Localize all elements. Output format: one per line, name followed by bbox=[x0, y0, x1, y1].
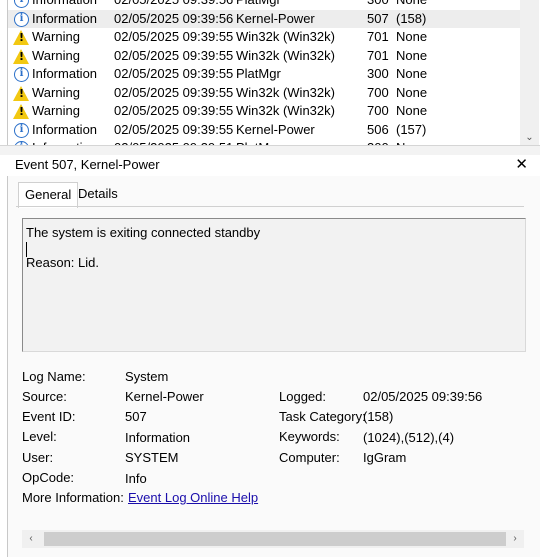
description-reason: Reason: Lid. bbox=[26, 255, 99, 270]
event-date: 02/05/2025 09:39:55 bbox=[114, 121, 234, 137]
horizontal-scrollbar[interactable]: ‹ › bbox=[22, 530, 524, 548]
event-row[interactable]: Warning 02/05/2025 09:39:55Win32k (Win32k… bbox=[8, 84, 520, 103]
event-date: 02/05/2025 09:39:56 bbox=[114, 0, 233, 9]
event-task-category: None bbox=[396, 29, 428, 44]
warning-icon bbox=[13, 104, 29, 119]
event-level: Warning bbox=[32, 103, 80, 118]
event-description-box[interactable]: The system is exiting connected standby … bbox=[22, 218, 526, 352]
keywords-label: Keywords: bbox=[279, 429, 340, 444]
level-value: Information bbox=[125, 430, 191, 445]
event-id: 506 bbox=[367, 121, 389, 137]
event-source: Kernel-Power bbox=[236, 10, 315, 26]
event-level: Information bbox=[32, 66, 98, 81]
event-level: Warning bbox=[32, 29, 80, 44]
event-source: Win32k (Win32k) bbox=[236, 29, 335, 44]
event-id: 700 bbox=[367, 84, 389, 100]
event-id-value: 507 bbox=[125, 409, 147, 424]
event-level: Warning bbox=[32, 47, 80, 63]
event-id: 701 bbox=[367, 29, 389, 44]
event-task-category: None bbox=[396, 84, 428, 100]
event-row[interactable]: Warning 02/05/2025 09:39:55Win32k (Win32k… bbox=[8, 28, 520, 47]
event-task-category: None bbox=[396, 103, 428, 118]
information-icon: i bbox=[14, 11, 29, 27]
information-icon: i bbox=[14, 67, 29, 82]
tab-general[interactable]: General bbox=[18, 182, 79, 208]
event-source: PlatMgr bbox=[236, 66, 281, 81]
event-detail-panel: General Details The system is exiting co… bbox=[7, 176, 540, 557]
event-source: Win32k (Win32k) bbox=[236, 84, 335, 100]
level-label: Level: bbox=[22, 429, 57, 444]
event-log-online-help-link[interactable]: Event Log Online Help bbox=[128, 490, 258, 505]
user-value: SYSTEM bbox=[125, 450, 179, 465]
warning-icon bbox=[13, 85, 29, 101]
logged-value: 02/05/2025 09:39:56 bbox=[363, 389, 483, 404]
close-icon[interactable]: ✕ bbox=[515, 155, 528, 173]
event-row[interactable]: Warning 02/05/2025 09:39:55Win32k (Win32k… bbox=[8, 47, 520, 66]
more-information-label: More Information: bbox=[22, 490, 124, 505]
source-value: Kernel-Power bbox=[125, 389, 204, 404]
event-task-category: None bbox=[396, 66, 428, 81]
event-row[interactable]: i Information 02/05/2025 09:39:55 PlatMgr 30… bbox=[8, 65, 520, 84]
event-source: Win32k (Win32k) bbox=[236, 103, 335, 118]
event-row[interactable]: i Information 02/05/2025 09:39:56 Kernel-Po… bbox=[8, 9, 520, 28]
task-category-value: (158) bbox=[363, 409, 394, 424]
information-icon: i bbox=[14, 0, 29, 8]
event-id: 701 bbox=[367, 47, 389, 63]
detail-header: Event 507, Kernel-Power ✕ bbox=[7, 155, 540, 175]
warning-icon bbox=[13, 30, 29, 45]
scroll-right-arrow-icon[interactable]: › bbox=[506, 530, 524, 548]
logged-label: Logged: bbox=[279, 389, 326, 404]
warning-icon bbox=[13, 48, 29, 64]
event-id: 300 bbox=[367, 66, 389, 81]
event-row[interactable]: i Information 02/05/2025 09:39:55 Kernel-Po… bbox=[8, 121, 520, 140]
description-line: The system is exiting connected standby bbox=[26, 225, 261, 240]
event-task-category: None bbox=[396, 0, 427, 9]
event-date: 02/05/2025 09:39:55 bbox=[114, 66, 234, 81]
computer-value: IgGram bbox=[363, 450, 407, 465]
event-task-category: (158) bbox=[396, 10, 427, 26]
event-date: 02/05/2025 09:39:55 bbox=[114, 84, 234, 100]
log-name-value: System bbox=[125, 369, 169, 384]
user-label: User: bbox=[22, 450, 54, 465]
scroll-down-arrow-icon[interactable]: ⌄ bbox=[520, 131, 539, 145]
event-level: Information bbox=[32, 0, 97, 9]
computer-label: Computer: bbox=[279, 450, 340, 465]
keywords-value: (1024),(512),(4) bbox=[363, 430, 455, 445]
information-icon: i bbox=[14, 122, 29, 138]
log-name-label: Log Name: bbox=[22, 369, 86, 384]
tab-details[interactable]: Details bbox=[72, 182, 124, 206]
event-list-pane: iInformation02/05/2025 09:39:56PlatMgr30… bbox=[0, 0, 540, 145]
event-date: 02/05/2025 09:39:56 bbox=[114, 10, 234, 26]
event-level: Information bbox=[32, 121, 98, 137]
scrollbar-thumb[interactable] bbox=[44, 532, 506, 546]
event-row[interactable]: Warning 02/05/2025 09:39:55Win32k (Win32k… bbox=[8, 102, 520, 121]
detail-title: Event 507, Kernel-Power bbox=[15, 157, 160, 172]
event-date: 02/05/2025 09:39:55 bbox=[114, 47, 234, 63]
event-source: Win32k (Win32k) bbox=[236, 47, 335, 63]
vertical-scrollbar[interactable]: ⌄ bbox=[520, 0, 539, 145]
event-date: 02/05/2025 09:39:55 bbox=[114, 103, 234, 118]
task-category-label: Task Category: bbox=[279, 409, 366, 424]
event-source: Kernel-Power bbox=[236, 121, 315, 137]
event-id-label: Event ID: bbox=[22, 409, 76, 424]
event-list: iInformation02/05/2025 09:39:56PlatMgr30… bbox=[8, 0, 520, 145]
pane-splitter[interactable] bbox=[0, 145, 540, 155]
event-row[interactable]: iInformation 02/05/2025 09:39:56PlatMgr 30… bbox=[8, 0, 520, 10]
tab-divider bbox=[16, 206, 524, 207]
event-id: 700 bbox=[367, 103, 389, 118]
scroll-left-arrow-icon[interactable]: ‹ bbox=[22, 530, 40, 548]
source-label: Source: bbox=[22, 389, 67, 404]
event-level: Warning bbox=[32, 84, 80, 100]
event-task-category: None bbox=[396, 47, 428, 63]
event-date: 02/05/2025 09:39:55 bbox=[114, 29, 234, 44]
event-id: 507 bbox=[367, 10, 389, 26]
event-id: 300 bbox=[367, 0, 389, 9]
event-source: PlatMgr bbox=[236, 0, 281, 9]
event-level: Information bbox=[32, 10, 98, 26]
opcode-value: Info bbox=[125, 471, 147, 486]
event-task-category: (157) bbox=[396, 121, 427, 137]
opcode-label: OpCode: bbox=[22, 470, 75, 485]
